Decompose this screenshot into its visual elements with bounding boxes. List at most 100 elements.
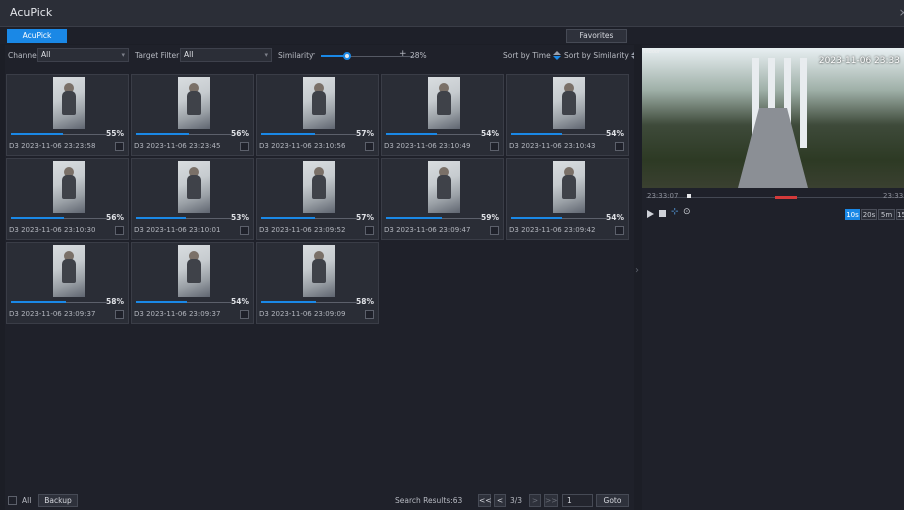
select-checkbox[interactable] [365,226,374,235]
result-card[interactable]: 54% D3 2023-11-06 23:10:43 [506,74,629,156]
zoom-icon[interactable]: ⊙ [683,207,691,217]
zoom-option-button[interactable]: 15( [896,209,904,220]
play-icon[interactable] [647,210,654,218]
select-checkbox[interactable] [115,310,124,319]
playback-timeline[interactable]: 23:33:07 23:33:1 [642,190,904,204]
zoom-option-button[interactable]: 10s [845,209,860,220]
select-checkbox[interactable] [240,226,249,235]
snapshot-caption: D3 2023-11-06 23:23:45 [134,142,221,150]
similarity-bar-fill [11,301,66,303]
sort-arrows-icon [552,51,561,61]
similarity-increase-button[interactable]: + [399,49,407,59]
target-filter-label: Target Filter [135,51,180,60]
clip-icon[interactable]: ⊹ [671,207,679,217]
similarity-bar-fill [386,133,437,135]
snapshot-caption: D3 2023-11-06 23:09:09 [259,310,346,318]
snapshot-thumbnail[interactable] [303,77,335,129]
select-checkbox[interactable] [240,142,249,151]
result-card[interactable]: 57% D3 2023-11-06 23:09:52 [256,158,379,240]
video-preview[interactable]: Indoor 2023-11-06 23:33 [642,48,904,188]
select-checkbox[interactable] [615,226,624,235]
snapshot-caption: D3 2023-11-06 23:09:37 [134,310,221,318]
next-page-button[interactable]: > [529,494,541,507]
select-checkbox[interactable] [115,142,124,151]
result-card[interactable]: 57% D3 2023-11-06 23:10:56 [256,74,379,156]
goto-button[interactable]: Goto [596,494,629,507]
playback-controls: ⊹ ⊙ 10s20s5m15( [642,207,904,221]
result-card[interactable]: 56% D3 2023-11-06 23:23:45 [131,74,254,156]
snapshot-thumbnail[interactable] [53,245,85,297]
last-page-button[interactable]: >> [544,494,558,507]
title-bar: AcuPick × [0,0,904,27]
timeline-event-marker [775,196,797,199]
similarity-percent: 54% [606,129,624,138]
favorites-button[interactable]: Favorites [566,29,627,43]
similarity-bar-fill [511,133,562,135]
camera-tag: Indoor [644,49,660,55]
snapshot-thumbnail[interactable] [178,77,210,129]
result-card[interactable]: 55% D3 2023-11-06 23:23:58 [6,74,129,156]
snapshot-thumbnail[interactable] [428,77,460,129]
prev-page-button[interactable]: < [494,494,506,507]
similarity-percent: 56% [231,129,249,138]
scene-pillar [800,58,807,148]
select-checkbox[interactable] [490,226,499,235]
similarity-percent: 55% [106,129,124,138]
snapshot-thumbnail[interactable] [53,161,85,213]
close-icon[interactable]: × [899,6,904,19]
zoom-option-button[interactable]: 20s [861,209,877,220]
timeline-end-time: 23:33:1 [883,192,904,200]
similarity-percent: 56% [106,213,124,222]
backup-button[interactable]: Backup [38,494,78,507]
timeline-start-time: 23:33:07 [647,192,679,200]
similarity-decrease-button[interactable]: – [311,49,316,59]
snapshot-thumbnail[interactable] [553,161,585,213]
snapshot-thumbnail[interactable] [428,161,460,213]
tab-acupick[interactable]: AcuPick [7,29,67,43]
similarity-percent: 58% [106,297,124,306]
similarity-bar-fill [136,133,189,135]
result-card[interactable]: 54% D3 2023-11-06 23:10:49 [381,74,504,156]
stop-icon[interactable] [659,210,666,217]
timeline-cursor[interactable] [687,194,691,198]
snapshot-caption: D3 2023-11-06 23:10:30 [9,226,96,234]
snapshot-thumbnail[interactable] [553,77,585,129]
panel-divider [634,45,642,510]
target-filter-select[interactable]: All ▾ [180,48,272,62]
snapshot-thumbnail[interactable] [178,161,210,213]
results-panel: Channel All ▾ Target Filter All ▾ Simila… [5,45,639,510]
similarity-percent: 58% [356,297,374,306]
result-card[interactable]: 54% D3 2023-11-06 23:09:42 [506,158,629,240]
select-checkbox[interactable] [240,310,249,319]
sort-by-time-button[interactable]: Sort by Time [503,51,561,61]
channel-select[interactable]: All ▾ [37,48,129,62]
snapshot-caption: D3 2023-11-06 23:09:47 [384,226,471,234]
result-card[interactable]: 54% D3 2023-11-06 23:09:37 [131,242,254,324]
result-card[interactable]: 58% D3 2023-11-06 23:09:09 [256,242,379,324]
video-timestamp: 2023-11-06 23:33 [818,56,900,66]
sort-by-similarity-button[interactable]: Sort by Similarity [564,51,639,61]
result-card[interactable]: 58% D3 2023-11-06 23:09:37 [6,242,129,324]
chevron-right-icon[interactable]: › [635,265,639,276]
result-card[interactable]: 59% D3 2023-11-06 23:09:47 [381,158,504,240]
snapshot-thumbnail[interactable] [303,245,335,297]
select-checkbox[interactable] [115,226,124,235]
snapshot-caption: D3 2023-11-06 23:10:43 [509,142,596,150]
page-number-input[interactable]: 1 [562,494,593,507]
select-checkbox[interactable] [615,142,624,151]
result-card[interactable]: 53% D3 2023-11-06 23:10:01 [131,158,254,240]
similarity-bar-fill [136,217,186,219]
snapshot-thumbnail[interactable] [178,245,210,297]
select-checkbox[interactable] [490,142,499,151]
snapshot-thumbnail[interactable] [53,77,85,129]
select-all-label: All [22,496,32,505]
similarity-bar-fill [11,217,64,219]
result-card[interactable]: 56% D3 2023-11-06 23:10:30 [6,158,129,240]
zoom-option-button[interactable]: 5m [878,209,895,220]
snapshot-thumbnail[interactable] [303,161,335,213]
select-all-checkbox[interactable] [8,496,17,505]
similarity-slider-handle[interactable] [343,52,351,60]
select-checkbox[interactable] [365,310,374,319]
first-page-button[interactable]: << [478,494,492,507]
select-checkbox[interactable] [365,142,374,151]
